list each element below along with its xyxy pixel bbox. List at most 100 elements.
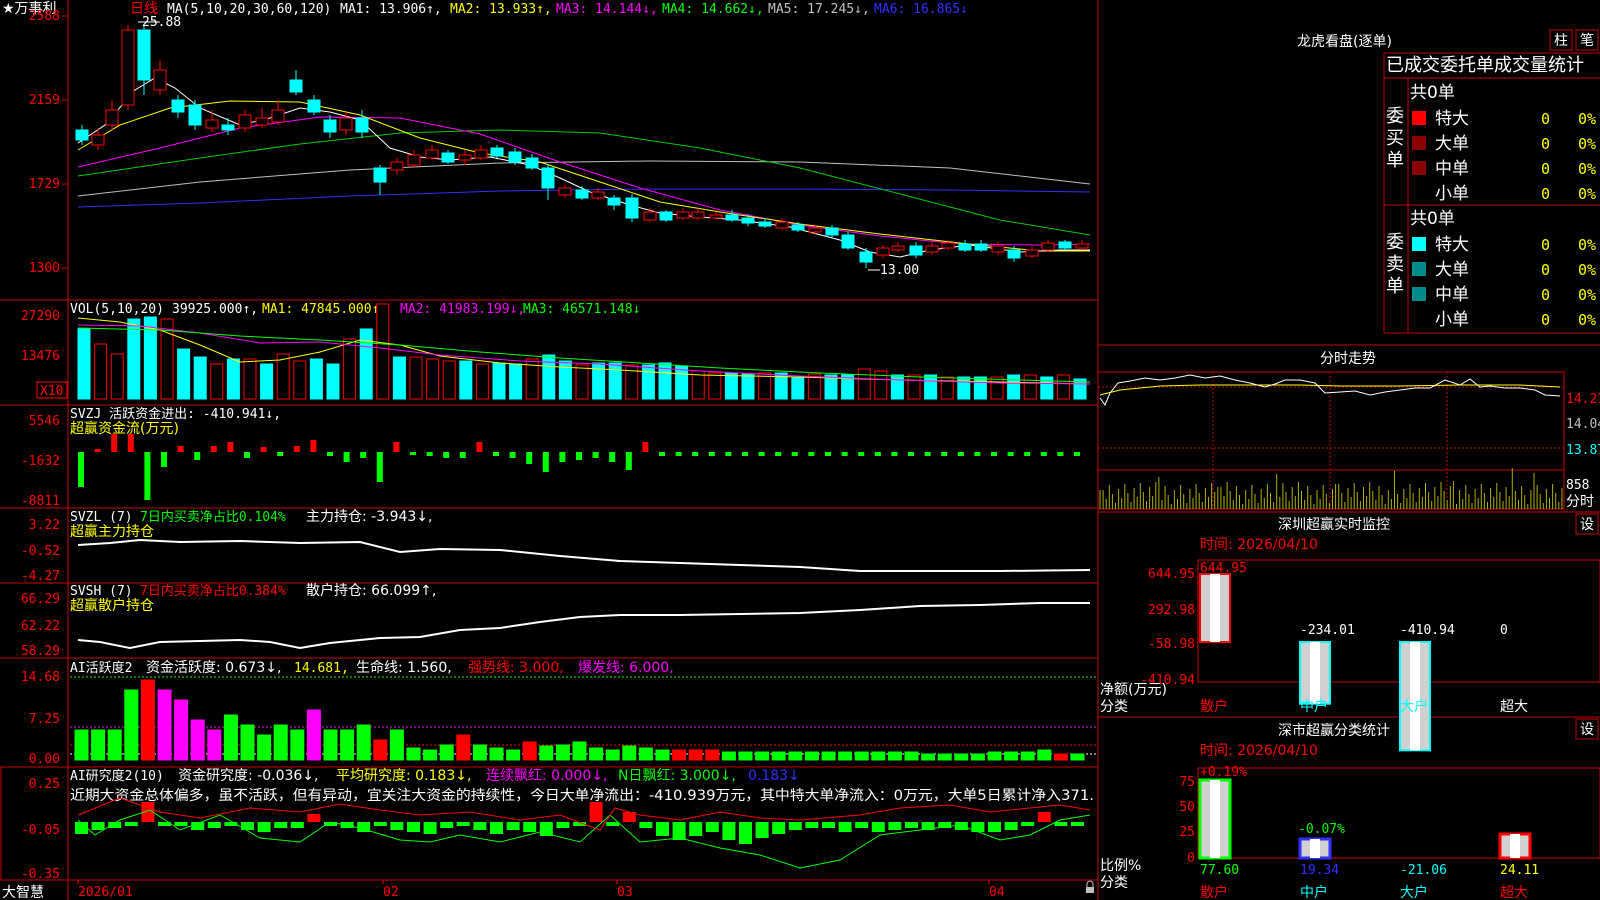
ai-active-ytick-1: 7.25 [29,712,60,727]
classify-ytick-1: 50 [1179,800,1195,815]
ai-research-e: 0.183↓ [748,768,800,784]
vol-ma2: MA2: 41983.199↓, [400,302,525,317]
ai-research-bar [905,822,918,828]
vol-ytick-0: 27290 [21,309,60,324]
svzj-ytick-0: 5546 [29,414,60,429]
ai-active-header: AI活跃度2 [70,660,132,676]
svzj-bar [161,452,167,467]
lock-icon[interactable] [1086,880,1094,893]
ai-research-bar [91,822,105,830]
main-ytick-2: 1729 [29,177,60,192]
ai-research-bar [788,822,802,830]
ai-active-bar [838,751,853,761]
ai-active-ytick-2: 0.00 [29,752,60,767]
volume-bar [857,368,871,400]
ai-research-bar [407,822,420,832]
ai-research-bar [988,822,1001,832]
svzj-bar [327,452,333,456]
svsh-sub: 超赢散户持仓 [70,597,154,614]
svsh-line [77,602,1090,650]
tab-volume-stats[interactable]: 成交量统计 [1494,55,1584,76]
volume-bar [907,374,921,400]
svzj-bar [426,452,433,456]
svzj-bar [576,452,582,460]
candle [691,208,705,220]
ai-active-bar [290,729,305,761]
volume-bar [973,376,987,400]
candle [1025,246,1039,258]
ai-active-e: 爆发线: 6.000, [578,660,674,676]
side-label: 委 [1386,106,1404,127]
order-swatch [1412,237,1426,251]
ai-research-a: 资金研究度: -0.036↓, [178,768,318,784]
candle [891,242,905,252]
ai-research-bar [257,822,271,832]
ai-research-bar [656,822,669,836]
ai-active-bar [439,744,454,761]
volume-bar [1056,374,1070,400]
x-tick-marks [77,880,990,884]
ai-active-c: 生命线: 1.560, [356,659,452,676]
ai-active-bar [223,714,238,761]
monitor-ytick-2: -58.98 [1148,637,1195,652]
side-label: 买 [1386,128,1404,149]
classify-bar: 19.34 中户 [1298,837,1339,900]
ai-active-bar [738,751,753,761]
volume-bar [359,328,373,400]
order-percent: 0% [1578,261,1596,279]
ai-active-bar [340,729,355,761]
svzj-bar [991,452,997,456]
ma5-value: MA5: 17.245↓, [768,2,870,17]
ai-active-bars [74,679,1085,761]
ai-active-bar [904,751,919,761]
ai-research-bar [556,822,570,828]
candle [825,225,839,238]
ai-active-bar [140,679,155,761]
svzl-sub: 超赢主力持仓 [70,523,154,540]
monitor-category: 大户 [1400,698,1428,715]
intraday-volume-bars [1099,468,1563,509]
ai-active-bar [1037,749,1052,761]
order-type: 小单 [1435,310,1469,330]
tab-orders[interactable]: 委托单 [1440,55,1494,76]
ai-research-bars [75,802,1084,844]
ai-research-bar [805,822,819,828]
candle [137,25,151,95]
classify-ytick-3: 0 [1187,851,1195,866]
x-label-2: 03 [617,885,633,900]
ai-research-bar [589,802,603,822]
ai-research-header: AI研究度2(10) [70,768,164,784]
svsh-ytick-1: 62.22 [21,619,60,634]
ai-research-bar [124,822,138,826]
volume-bar [442,360,456,400]
candle [121,25,135,110]
svzj-bar [1007,452,1014,456]
ai-active-bar [74,729,89,761]
x-label-3: 04 [989,885,1005,900]
candle [625,194,639,222]
classify-bar: -21.06 大户 [1400,863,1447,900]
svzj-bar [410,452,416,455]
candle [1058,240,1072,250]
order-count: 0 [1541,261,1550,279]
ai-active-bar [921,753,936,761]
monitor-unit: 净额(万元) [1100,682,1167,698]
ma1-value: MA1: 13.906↑, [340,2,442,17]
ai-active-bar [821,751,836,761]
ma4-line [77,129,1091,236]
order-swatch [1412,136,1426,150]
candle [607,195,621,210]
volume-bar [77,328,91,400]
intraday-title: 分时走势 [1320,351,1376,367]
candle [289,70,303,95]
ma3-line [77,116,1091,246]
ai-active-bar [522,741,537,761]
monitor-value: 0 [1500,623,1508,638]
tab-traded[interactable]: 已成交 [1386,55,1440,76]
svzj-bar [244,452,250,458]
svzj-bar [1057,452,1064,456]
candle [958,240,972,252]
ai-research-bar [772,822,786,834]
ai-research-bar [689,822,703,836]
candle [474,145,488,160]
